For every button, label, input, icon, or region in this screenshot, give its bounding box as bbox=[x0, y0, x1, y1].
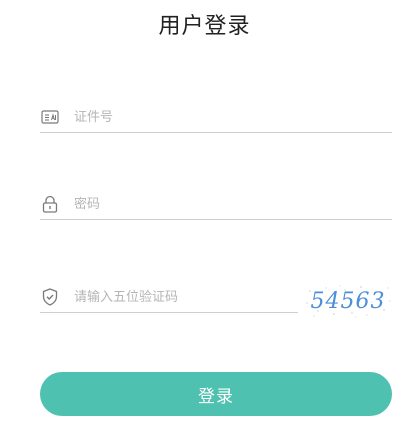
id-number-input[interactable] bbox=[74, 103, 392, 131]
page-title: 用户登录 bbox=[158, 14, 251, 39]
captcha-field[interactable] bbox=[40, 282, 298, 313]
login-button[interactable]: 登录 bbox=[40, 372, 392, 416]
captcha-code: 54563 bbox=[310, 288, 386, 314]
password-field[interactable] bbox=[40, 189, 392, 220]
password-input[interactable] bbox=[74, 190, 392, 218]
lock-icon bbox=[40, 194, 60, 214]
id-card-icon bbox=[40, 107, 60, 127]
id-number-field[interactable] bbox=[40, 102, 392, 133]
shield-check-icon bbox=[40, 287, 60, 307]
captcha-input[interactable] bbox=[74, 283, 298, 311]
captcha-image[interactable]: 54563 bbox=[304, 283, 392, 319]
